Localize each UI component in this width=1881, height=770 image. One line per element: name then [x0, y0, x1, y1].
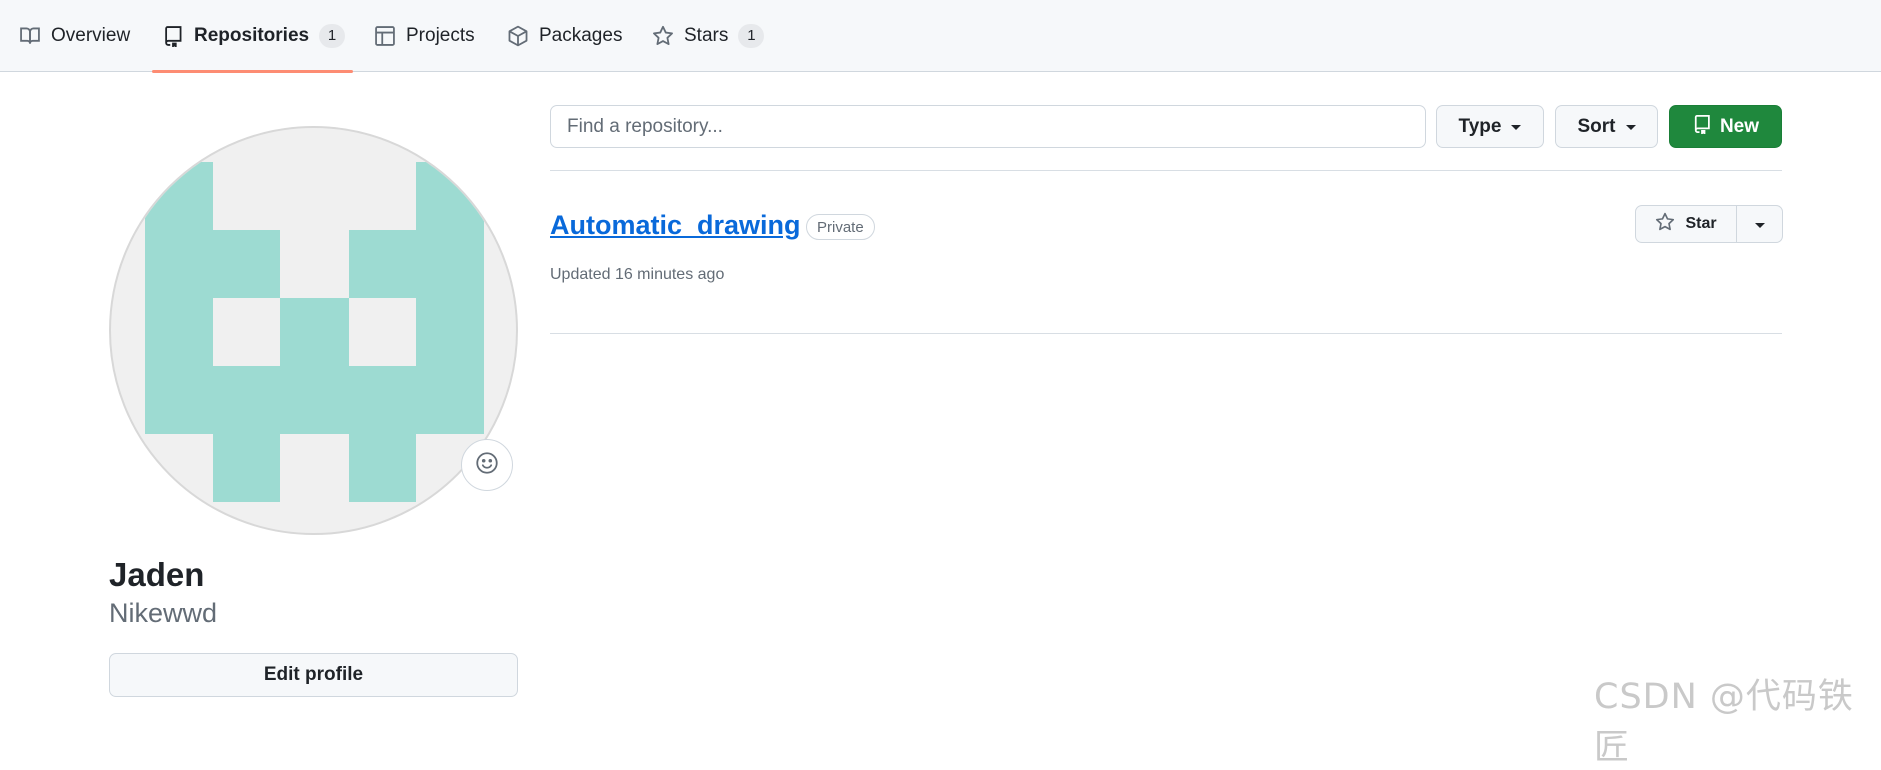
- profile-login: Nikewwd: [109, 598, 218, 628]
- repo-updated-time: Updated 16 minutes ago: [550, 266, 725, 283]
- profile-tab-nav: Overview Repositories 1 Projects Package…: [0, 0, 1881, 73]
- smiley-icon: [475, 451, 499, 480]
- star-icon: [652, 25, 674, 47]
- package-icon: [507, 25, 529, 47]
- star-lists-dropdown-button[interactable]: [1737, 206, 1782, 242]
- new-repository-button[interactable]: New: [1669, 105, 1782, 148]
- caret-down-icon: [1625, 125, 1636, 130]
- avatar[interactable]: [109, 126, 518, 535]
- repo-icon: [162, 25, 184, 47]
- tab-overview-label: Overview: [51, 25, 131, 46]
- tab-repositories-label: Repositories: [194, 25, 310, 46]
- type-label: Type: [1458, 115, 1502, 137]
- star-icon: [1655, 212, 1675, 237]
- list-divider-bottom: [550, 333, 1782, 334]
- tab-stars-label: Stars: [684, 25, 729, 46]
- new-label: New: [1719, 115, 1760, 137]
- repo-name-link[interactable]: Automatic_drawing: [550, 210, 801, 241]
- sort-dropdown-button[interactable]: Sort: [1555, 105, 1658, 148]
- type-dropdown-button[interactable]: Type: [1436, 105, 1544, 148]
- book-icon: [19, 25, 41, 47]
- tab-repositories[interactable]: Repositories 1: [152, 0, 353, 73]
- identicon: [145, 162, 484, 502]
- visibility-badge: Private: [806, 214, 875, 240]
- sort-label: Sort: [1577, 115, 1616, 137]
- watermark-text: CSDN @代码铁匠: [1594, 677, 1854, 768]
- caret-down-icon: [1754, 222, 1765, 228]
- tab-overview[interactable]: Overview: [9, 0, 140, 72]
- star-button[interactable]: Star: [1636, 206, 1737, 242]
- table-icon: [374, 25, 396, 47]
- star-button-group: Star: [1635, 205, 1783, 243]
- find-repository-input[interactable]: [550, 105, 1426, 148]
- profile-name: Jaden: [109, 556, 205, 593]
- star-label: Star: [1685, 215, 1717, 232]
- tab-projects[interactable]: Projects: [364, 0, 485, 72]
- tab-packages[interactable]: Packages: [497, 0, 632, 72]
- list-divider-top: [550, 170, 1782, 171]
- caret-down-icon: [1511, 125, 1522, 130]
- stars-count: 1: [738, 24, 765, 48]
- set-status-button[interactable]: [461, 439, 513, 491]
- tab-stars[interactable]: Stars 1: [642, 0, 774, 72]
- edit-profile-button[interactable]: Edit profile: [109, 653, 518, 697]
- repositories-count: 1: [319, 24, 346, 48]
- avatar-container: [109, 126, 518, 535]
- tab-packages-label: Packages: [539, 25, 623, 46]
- repo-icon: [1692, 114, 1712, 140]
- tab-projects-label: Projects: [406, 25, 475, 46]
